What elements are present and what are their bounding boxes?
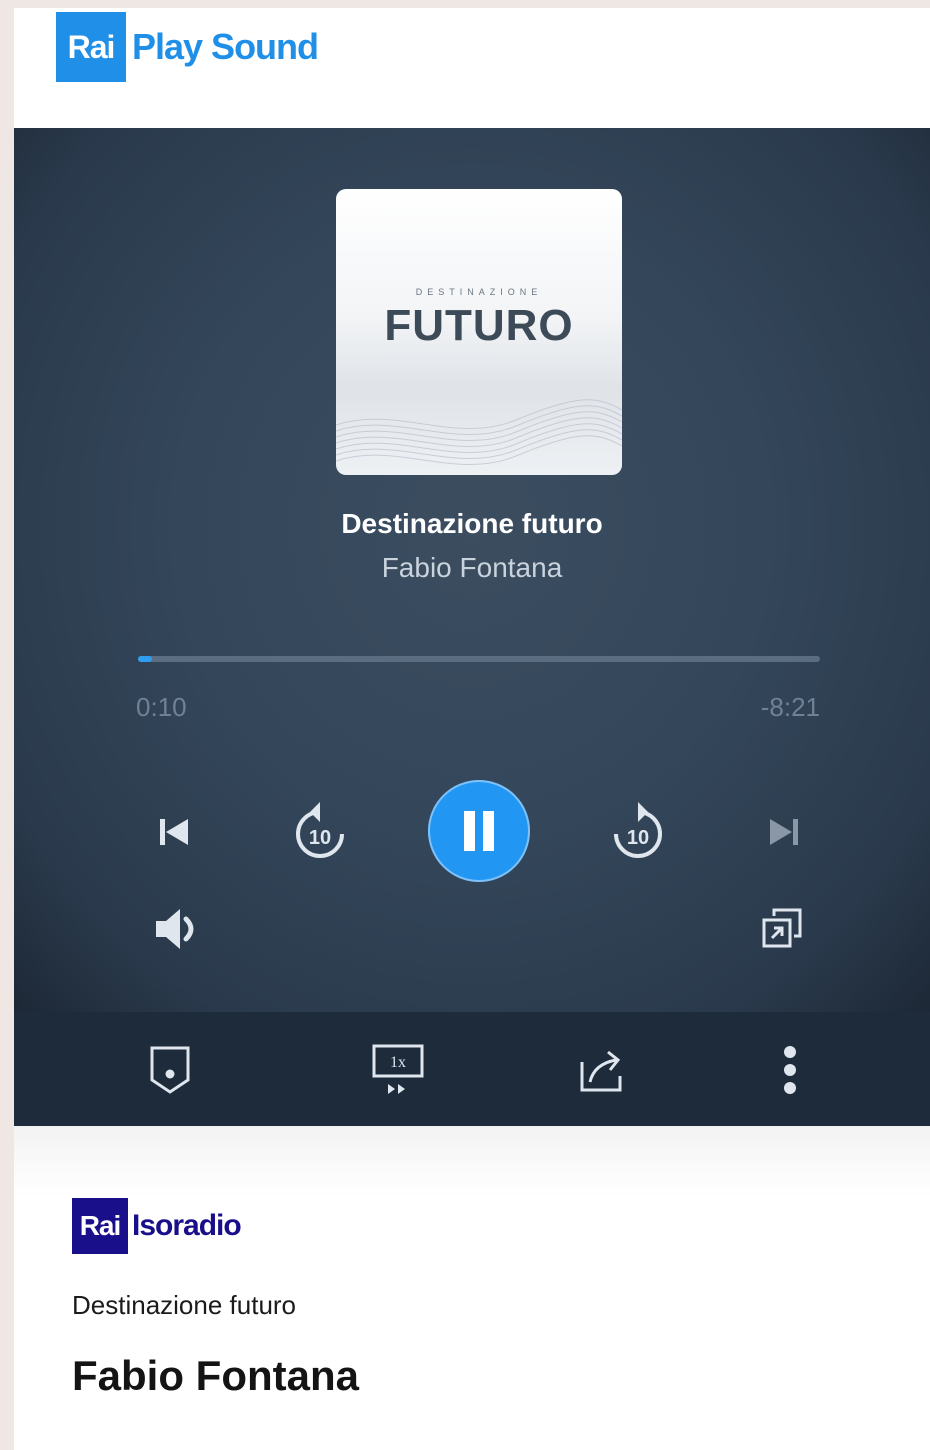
playback-speed-button[interactable]: 1x <box>370 1042 426 1098</box>
program-title[interactable]: Destinazione futuro <box>72 1290 296 1321</box>
more-vert-icon[interactable] <box>762 1042 818 1098</box>
action-toolbar: 1x <box>14 1012 930 1126</box>
skip-next-icon[interactable] <box>760 808 808 856</box>
track-artist: Fabio Fontana <box>381 552 563 583</box>
cover-small-text: DESTINAZIONE <box>415 287 543 297</box>
logo-rai-box: Rai <box>56 12 126 82</box>
skip-previous-icon[interactable] <box>150 808 198 856</box>
replay-10-label: 10 <box>309 827 331 849</box>
elapsed-time: 0:10 <box>136 692 187 722</box>
volume-icon[interactable] <box>150 902 210 956</box>
cover-art: DESTINAZIONE FUTURO <box>336 189 622 475</box>
raiplaysound-logo[interactable]: Rai Play Sound <box>56 12 319 82</box>
app-frame: Rai Play Sound DESTINAZIONE FUTURO Desti… <box>14 8 930 1450</box>
forward-10-label: 10 <box>627 827 649 849</box>
forward-10-icon[interactable]: 10 <box>608 796 668 864</box>
channel-name: Isoradio <box>132 1209 242 1242</box>
episode-info: Rai Isoradio Destinazione futuro Fabio F… <box>14 1126 930 1450</box>
pause-button[interactable] <box>428 780 530 882</box>
progress-bar[interactable] <box>138 656 820 662</box>
track-title: Destinazione futuro <box>341 508 603 539</box>
player-panel: DESTINAZIONE FUTURO Destinazione futuro … <box>14 128 930 1012</box>
pause-icon <box>464 811 494 851</box>
progress-fill <box>138 656 152 662</box>
bookmark-icon[interactable] <box>142 1042 198 1098</box>
share-icon[interactable] <box>574 1042 630 1098</box>
episode-host: Fabio Fontana <box>72 1352 359 1399</box>
logo-text: Play Sound <box>132 26 319 67</box>
channel-rai-box: Rai <box>72 1198 128 1254</box>
cover-wave-graphic <box>336 399 622 466</box>
replay-10-icon[interactable]: 10 <box>290 796 350 864</box>
playback-speed-icon: 1x <box>372 1044 424 1094</box>
playback-speed-label: 1x <box>390 1054 406 1071</box>
remaining-time: -8:21 <box>760 692 820 722</box>
app-header: Rai Play Sound <box>14 8 930 128</box>
cover-big-text: FUTURO <box>384 301 574 350</box>
pip-icon[interactable] <box>758 904 806 952</box>
channel-logo-isoradio[interactable]: Rai Isoradio <box>72 1198 242 1254</box>
